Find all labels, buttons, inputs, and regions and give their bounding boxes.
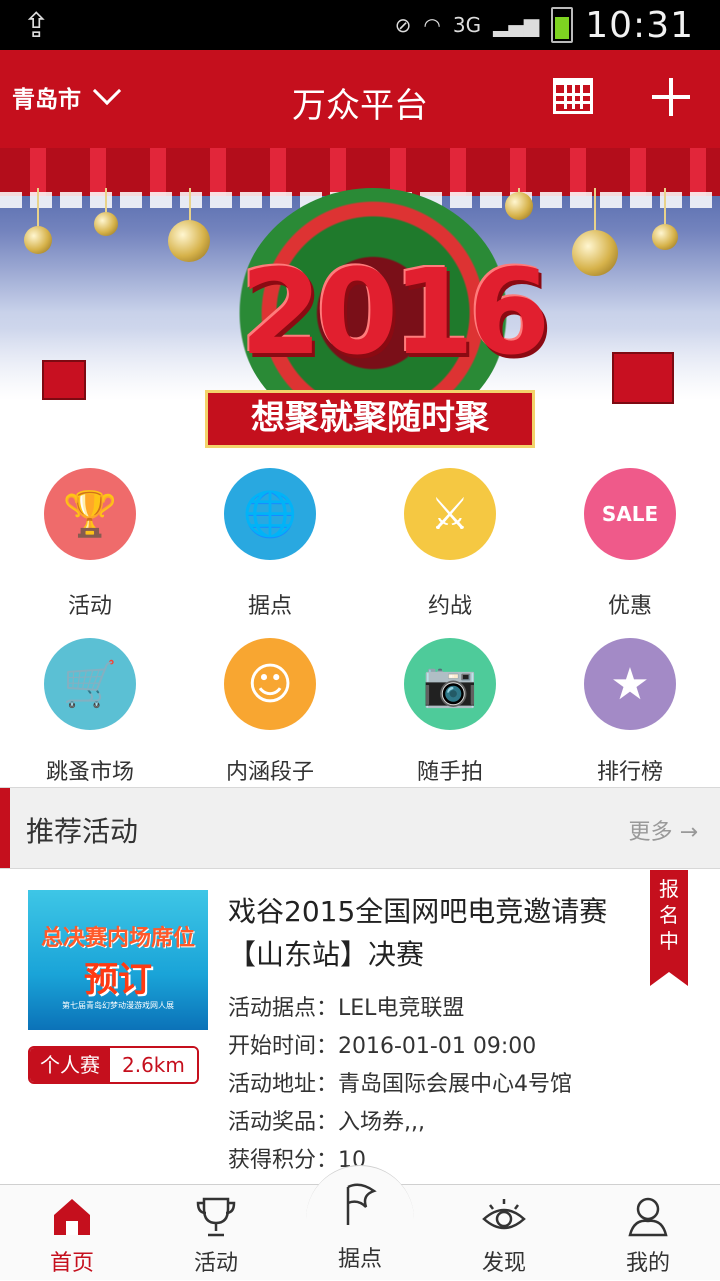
- status-badge: 报名中: [650, 870, 688, 986]
- gift-box: [42, 360, 86, 400]
- eye-icon: [482, 1199, 526, 1230]
- grid-item-flea-market[interactable]: 🛒 跳蚤市场: [0, 636, 180, 796]
- plus-icon[interactable]: [652, 78, 690, 116]
- signal-icon: ▂▄▆: [493, 13, 540, 37]
- tab-me[interactable]: 我的: [576, 1185, 720, 1281]
- activity-start-time: 开始时间：2016-01-01 09:00: [228, 1034, 537, 1059]
- banner-year: 2016: [240, 243, 550, 381]
- status-bar: ⇪ ⊘ ◠ 3G ▂▄▆ 10:31: [0, 0, 720, 50]
- bottom-tab-bar: 首页 活动 据点 发现 我的: [0, 1165, 720, 1281]
- section-header: 推荐活动 更多 →: [0, 787, 720, 869]
- calendar-icon[interactable]: [553, 78, 593, 114]
- ornament-ball: [94, 212, 118, 236]
- grid-item-challenge[interactable]: ⚔ 约战: [360, 466, 540, 626]
- grid-item-jokes[interactable]: ☺ 内涵段子: [180, 636, 360, 796]
- smile-mask-icon: ☺: [224, 638, 316, 730]
- activity-thumbnail: 总决赛内场席位 预订 第七届青岛幻梦动漫游戏网人展: [28, 890, 208, 1030]
- tab-label: 据点: [337, 1247, 382, 1272]
- usb-icon: ⇪: [22, 6, 51, 46]
- grid-item-label: 随手拍: [416, 760, 483, 785]
- user-icon: [628, 1197, 668, 1237]
- tab-label: 首页: [49, 1251, 94, 1276]
- grid-item-deals[interactable]: SALE 优惠: [540, 466, 720, 626]
- grid-item-label: 据点: [247, 594, 292, 619]
- thumbnail-text: 预订: [84, 960, 152, 1000]
- clock: 10:31: [585, 4, 694, 46]
- grid-item-label: 活动: [67, 594, 112, 619]
- grid-item-label: 内涵段子: [225, 760, 314, 785]
- camera-icon: 📷: [404, 638, 496, 730]
- tab-label: 活动: [193, 1251, 238, 1276]
- type-tag: 个人赛: [30, 1048, 110, 1082]
- activity-card[interactable]: 总决赛内场席位 预订 第七届青岛幻梦动漫游戏网人展 个人赛 2.6km 戏谷20…: [0, 870, 720, 1182]
- more-label: 更多: [628, 820, 673, 845]
- tab-label: 发现: [481, 1251, 526, 1276]
- activity-address: 活动地址：青岛国际会展中心4号馆: [228, 1072, 572, 1097]
- banner-slogan: 想聚就聚随时聚: [205, 390, 535, 448]
- flag-icon: [346, 1183, 377, 1225]
- status-icons: ⊘ ◠ 3G ▂▄▆ 10:31: [395, 0, 694, 50]
- globe-pin-icon: 🌐: [224, 468, 316, 560]
- ornament-ball: [168, 220, 210, 262]
- grid-item-snapshot[interactable]: 📷 随手拍: [360, 636, 540, 796]
- distance-tag: 2.6km: [110, 1048, 197, 1082]
- grid-item-leaderboard[interactable]: ★ 排行榜: [540, 636, 720, 796]
- mute-icon: ⊘: [394, 13, 412, 37]
- tab-discover[interactable]: 发现: [432, 1185, 576, 1281]
- activity-title: 戏谷2015全国网吧电竞邀请赛【山东站】决赛: [228, 895, 608, 971]
- page-title: 万众平台: [292, 86, 428, 126]
- feature-grid: 🏆 活动 🌐 据点 ⚔ 约战 SALE 优惠 🛒 跳蚤市场 ☺ 内涵段子 📷 随…: [0, 448, 720, 786]
- crossed-swords-icon: ⚔: [404, 468, 496, 560]
- grid-item-label: 跳蚤市场: [45, 760, 134, 785]
- ornament-ball: [24, 226, 52, 254]
- grid-item-label: 优惠: [607, 594, 652, 619]
- tab-activities[interactable]: 活动: [144, 1185, 288, 1281]
- grid-item-spots[interactable]: 🌐 据点: [180, 466, 360, 626]
- thumbnail-text: 第七届青岛幻梦动漫游戏网人展: [62, 1001, 174, 1010]
- medal-icon: ★: [584, 638, 676, 730]
- ornament-ball: [572, 230, 618, 276]
- activity-tags: 个人赛 2.6km: [28, 1046, 199, 1084]
- wifi-icon: ◠: [423, 13, 441, 37]
- trophy-icon: [196, 1197, 236, 1237]
- grid-item-label: 约战: [427, 594, 472, 619]
- tab-label: 我的: [625, 1251, 670, 1276]
- ornament-ball: [652, 224, 678, 250]
- cart-icon: 🛒: [44, 638, 136, 730]
- gift-box: [612, 352, 674, 404]
- sale-icon: SALE: [584, 468, 676, 560]
- activity-prize: 活动奖品：入场券,,,: [228, 1110, 425, 1135]
- grid-item-label: 排行榜: [596, 760, 663, 785]
- ornament-ball: [505, 192, 533, 220]
- section-accent-bar: [0, 788, 10, 868]
- tab-spots[interactable]: 据点: [288, 1183, 432, 1281]
- trophy-icon: 🏆: [44, 468, 136, 560]
- home-icon: [54, 1199, 90, 1235]
- more-link[interactable]: 更多 →: [629, 814, 698, 846]
- promo-banner[interactable]: 2016 想聚就聚随时聚: [0, 148, 720, 448]
- thumbnail-text: 总决赛内场席位: [40, 926, 195, 951]
- arrow-right-icon: →: [679, 820, 698, 845]
- tab-home[interactable]: 首页: [0, 1185, 144, 1281]
- section-title: 推荐活动: [26, 815, 139, 848]
- battery-icon: [551, 7, 574, 43]
- grid-item-activities[interactable]: 🏆 活动: [0, 466, 180, 626]
- network-type: 3G: [452, 13, 482, 37]
- app-header: 青岛市 万众平台: [0, 50, 720, 148]
- activity-spot: 活动据点：LEL电竞联盟: [228, 996, 465, 1021]
